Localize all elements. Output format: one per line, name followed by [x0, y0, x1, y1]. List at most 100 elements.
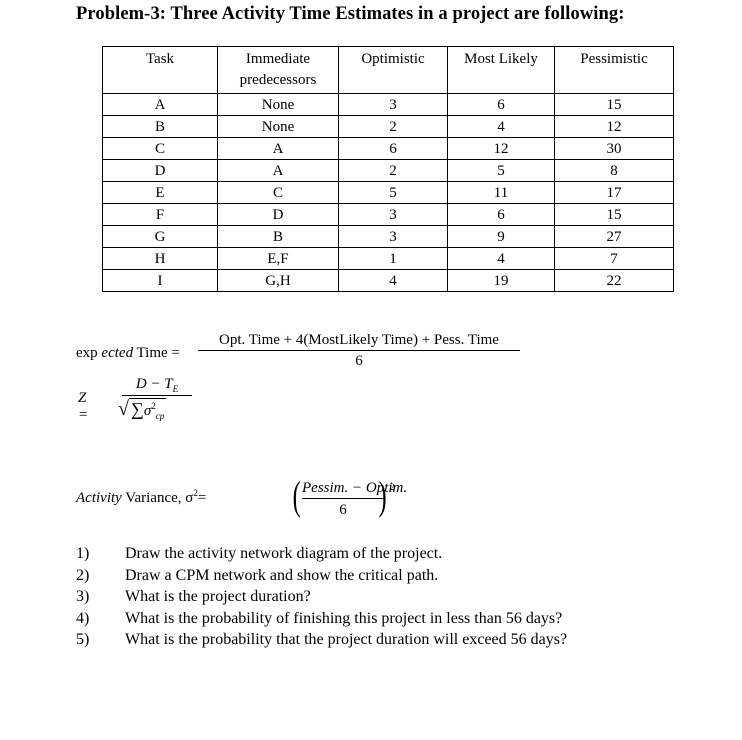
- cell-task: I: [102, 269, 218, 292]
- table-row: E C 5 11 17: [102, 181, 674, 204]
- sigma-sub: cp: [155, 411, 165, 421]
- cell-optimistic: 3: [338, 225, 448, 248]
- cell-pessimistic: 17: [554, 181, 674, 204]
- cell-task: C: [102, 137, 218, 160]
- cell-pessimistic: 8: [554, 159, 674, 182]
- question-text: Draw a CPM network and show the critical…: [125, 566, 439, 584]
- questions-list: 1) Draw the activity network diagram of t…: [76, 543, 567, 651]
- question-number: 4): [76, 609, 90, 627]
- sqrt-icon: √: [118, 398, 129, 420]
- question-text: What is the project duration?: [125, 588, 311, 605]
- table-row: F D 3 6 15: [102, 203, 674, 226]
- table-row: G B 3 9 27: [102, 225, 674, 248]
- table-header-row: Task Immediate predecessors Optimistic M…: [102, 46, 674, 94]
- cell-pessimistic: 22: [554, 269, 674, 292]
- question-item: 1) Draw the activity network diagram of t…: [76, 543, 567, 565]
- cell-most-likely: 4: [447, 247, 555, 270]
- cell-task: G: [102, 225, 218, 248]
- cell-optimistic: 3: [338, 93, 448, 116]
- cell-pessimistic: 12: [554, 115, 674, 138]
- problem-title: Problem-3: Three Activity Time Estimates…: [76, 4, 625, 24]
- table-row: H E,F 1 4 7: [102, 247, 674, 270]
- question-item: 3) What is the project duration?: [76, 586, 567, 608]
- header-task: Task: [102, 46, 218, 94]
- variance-numerator: Pessim. − Optim.: [302, 480, 407, 499]
- cell-pessimistic: 7: [554, 247, 674, 270]
- cell-task: F: [102, 203, 218, 226]
- cell-pessimistic: 30: [554, 137, 674, 160]
- cell-optimistic: 1: [338, 247, 448, 270]
- cell-predecessors: G,H: [217, 269, 339, 292]
- cell-pessimistic: 15: [554, 93, 674, 116]
- z-minus-t: − T: [146, 376, 173, 392]
- header-most-likely: Most Likely: [447, 46, 555, 94]
- sigma-sup: 2: [151, 401, 156, 411]
- variance-denominator: 6: [339, 502, 347, 518]
- z-d: D: [135, 376, 147, 392]
- cell-most-likely: 6: [447, 203, 555, 226]
- cell-pessimistic: 15: [554, 203, 674, 226]
- expected-time-lhs: exp ected Time =: [76, 345, 180, 362]
- cell-predecessors: None: [217, 115, 339, 138]
- cell-optimistic: 4: [338, 269, 448, 292]
- table-row: A None 3 6 15: [102, 93, 674, 116]
- lhs-activity: Activity: [76, 490, 122, 506]
- question-number: 1): [76, 545, 90, 562]
- cell-optimistic: 5: [338, 181, 448, 204]
- question-number: 2): [76, 566, 90, 584]
- cell-predecessors: D: [217, 203, 339, 226]
- cell-optimistic: 3: [338, 203, 448, 226]
- cell-most-likely: 6: [447, 93, 555, 116]
- cell-predecessors: A: [217, 137, 339, 160]
- table-row: I G,H 4 19 22: [102, 269, 674, 292]
- cell-predecessors: B: [217, 225, 339, 248]
- cell-predecessors: None: [217, 93, 339, 116]
- right-paren: ): [378, 473, 387, 518]
- header-predecessors: Immediate predecessors: [217, 46, 339, 94]
- cell-task: E: [102, 181, 218, 204]
- lhs-exp: exp: [76, 345, 98, 361]
- variance-exponent: 2: [390, 482, 395, 492]
- cell-most-likely: 12: [447, 137, 555, 160]
- question-text: What is the probability that the project…: [125, 631, 568, 648]
- cell-most-likely: 5: [447, 159, 555, 182]
- z-radicand: ∑σ2cp: [128, 398, 167, 421]
- expected-time-fraction: Opt. Time + 4(MostLikely Time) + Pess. T…: [198, 332, 520, 370]
- question-text: What is the probability of finishing thi…: [125, 609, 563, 627]
- z-lhs: Z =: [78, 390, 89, 423]
- variance-lhs: Activity Variance, σ2=: [76, 488, 206, 507]
- left-paren: (: [292, 473, 301, 518]
- table-row: B None 2 4 12: [102, 115, 674, 138]
- lhs-variance-sigma: Variance, σ: [125, 490, 194, 506]
- question-item: 5) What is the probability that the proje…: [76, 629, 567, 651]
- cell-optimistic: 6: [338, 137, 448, 160]
- cell-predecessors: E,F: [217, 247, 339, 270]
- cell-task: D: [102, 159, 218, 182]
- cell-most-likely: 9: [447, 225, 555, 248]
- cell-task: A: [102, 93, 218, 116]
- question-number: 3): [76, 588, 90, 605]
- lhs-time-equals: Time =: [136, 345, 180, 361]
- table-row: DA258: [102, 159, 674, 182]
- lhs-ected: ected: [101, 345, 134, 361]
- question-number: 5): [76, 631, 90, 648]
- cell-most-likely: 11: [447, 181, 555, 204]
- cell-most-likely: 19: [447, 269, 555, 292]
- z-sub-e: E: [172, 384, 179, 394]
- cell-optimistic: 2: [338, 159, 448, 182]
- cell-most-likely: 4: [447, 115, 555, 138]
- cell-predecessors: A: [217, 159, 339, 182]
- header-pessimistic: Pessimistic: [554, 46, 674, 94]
- expected-time-denominator: 6: [355, 353, 363, 369]
- cell-optimistic: 2: [338, 115, 448, 138]
- expected-time-numerator: Opt. Time + 4(MostLikely Time) + Pess. T…: [198, 332, 520, 351]
- cell-predecessors: C: [217, 181, 339, 204]
- z-denominator: √ ∑σ2cp: [118, 398, 198, 421]
- table-row: C A 6 12 30: [102, 137, 674, 160]
- cell-task: B: [102, 115, 218, 138]
- cell-pessimistic: 27: [554, 225, 674, 248]
- z-numerator: D − TE: [122, 376, 192, 396]
- activity-estimates-table: Task Immediate predecessors Optimistic M…: [102, 46, 674, 292]
- question-item: 2) Draw a CPM network and show the critic…: [76, 565, 567, 587]
- question-item: 4) What is the probability of finishing t…: [76, 608, 567, 630]
